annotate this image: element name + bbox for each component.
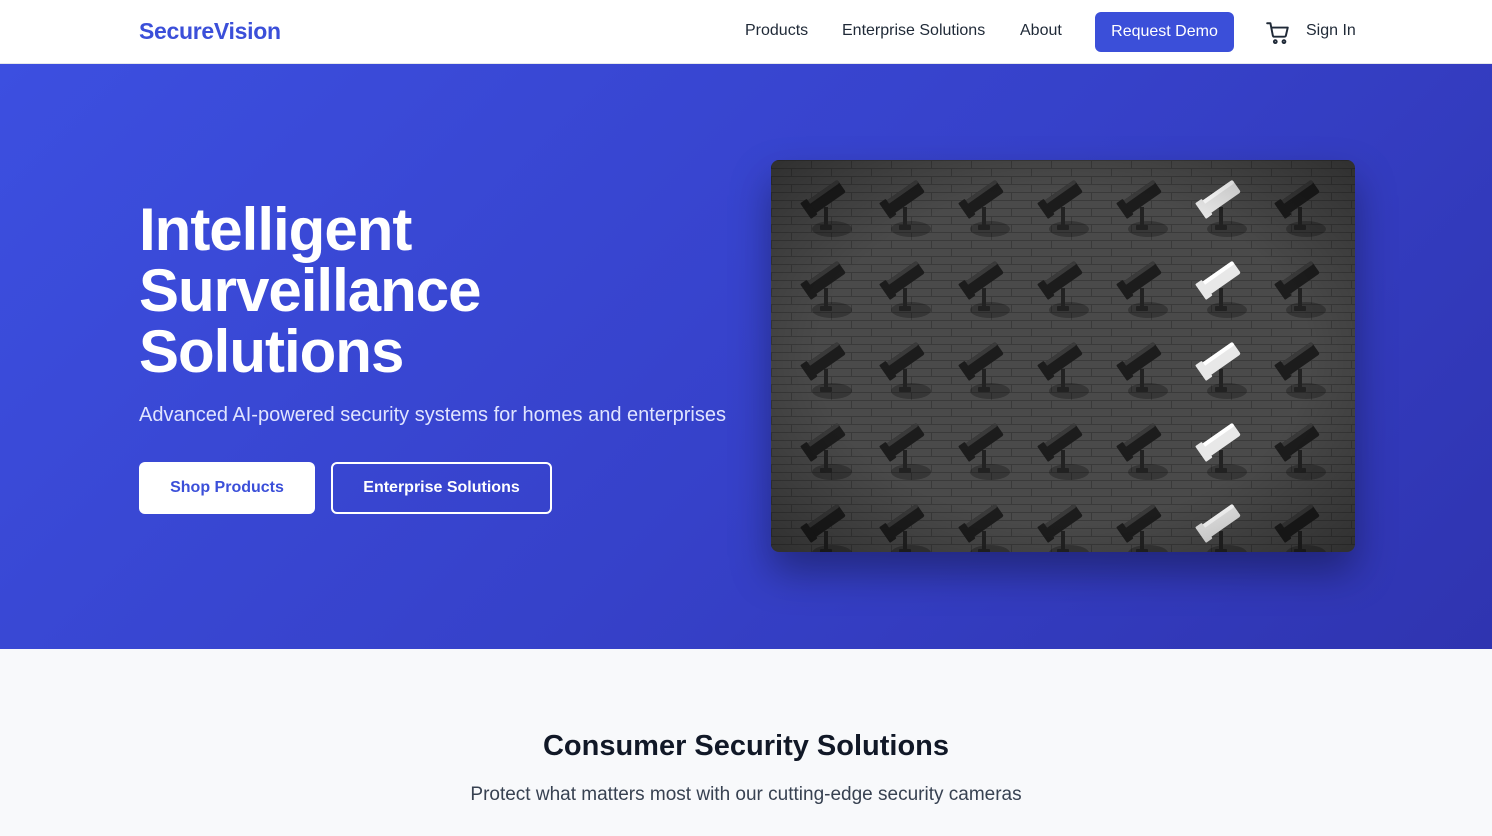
request-demo-button[interactable]: Request Demo: [1095, 12, 1234, 52]
nav-link-products[interactable]: Products: [745, 22, 808, 40]
top-navbar: SecureVision Products Enterprise Solutio…: [0, 0, 1492, 64]
hero-title-line: Solutions: [139, 318, 404, 385]
hero-title-line: Surveillance: [139, 257, 482, 324]
security-cameras-image: [771, 160, 1355, 552]
hero-title-line: Intelligent: [139, 196, 412, 263]
nav-link-about[interactable]: About: [1020, 22, 1062, 40]
enterprise-solutions-button[interactable]: Enterprise Solutions: [331, 462, 552, 514]
cart-icon[interactable]: [1265, 20, 1291, 46]
shop-products-button[interactable]: Shop Products: [139, 462, 315, 514]
hero-title: Intelligent Surveillance Solutions: [139, 199, 699, 382]
section-subtitle: Protect what matters most with our cutti…: [470, 784, 1022, 805]
section-title: Consumer Security Solutions: [542, 730, 950, 762]
hero-section: Intelligent Surveillance Solutions Advan…: [0, 64, 1492, 649]
hero-subtitle: Advanced AI-powered security systems for…: [139, 404, 726, 426]
brand-logo[interactable]: SecureVision: [139, 18, 281, 45]
nav-link-enterprise-solutions[interactable]: Enterprise Solutions: [842, 22, 985, 40]
sign-in-link[interactable]: Sign In: [1306, 22, 1356, 40]
